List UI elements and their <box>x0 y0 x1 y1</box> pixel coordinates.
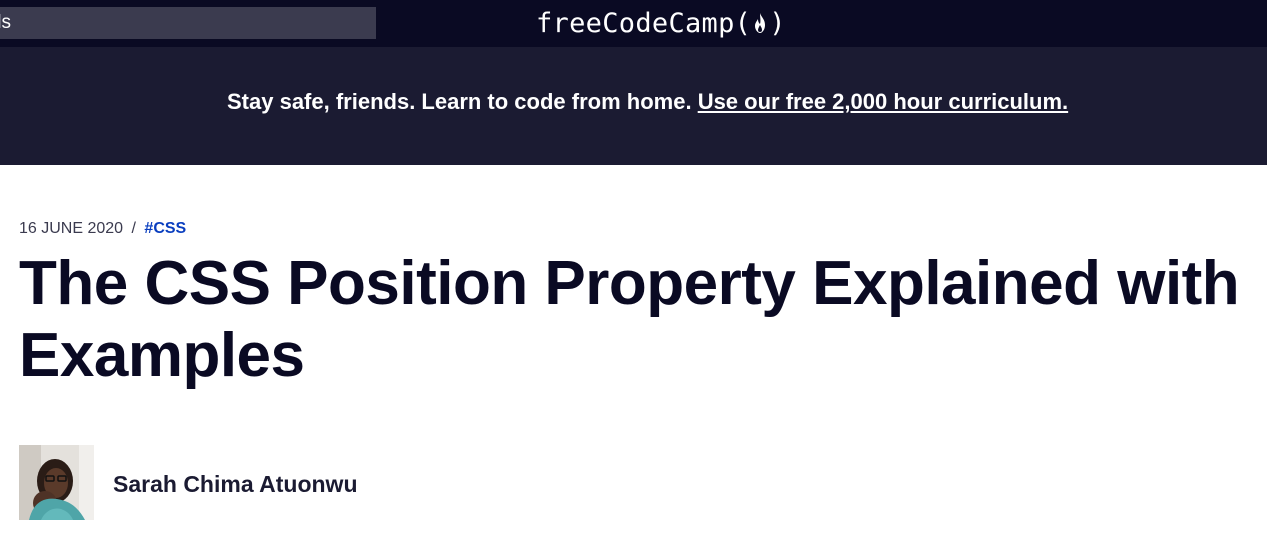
banner-text: Stay safe, friends. Learn to code from h… <box>227 89 692 114</box>
search-input-text: ıls <box>0 12 11 33</box>
top-navigation-bar: ıls freeCodeCamp( ) <box>0 0 1267 47</box>
page-title: The CSS Position Property Explained with… <box>19 249 1240 390</box>
avatar-photo <box>19 445 94 520</box>
fire-icon <box>755 13 766 33</box>
meta-separator: / <box>131 220 136 237</box>
logo-text-right: ) <box>769 7 786 39</box>
curriculum-link[interactable]: Use our free 2,000 hour curriculum. <box>698 89 1068 114</box>
logo-text-left: freeCodeCamp( <box>536 7 752 39</box>
search-input[interactable]: ıls <box>0 7 376 39</box>
author-avatar[interactable] <box>19 445 94 520</box>
author-name[interactable]: Sarah Chima Atuonwu <box>113 470 358 498</box>
post-meta: 16 JUNE 2020 / #CSS <box>19 219 186 239</box>
tag-link-css[interactable]: #CSS <box>144 220 186 237</box>
freecodecamp-logo[interactable]: freeCodeCamp( ) <box>536 4 786 42</box>
banner-message: Stay safe, friends. Learn to code from h… <box>227 88 1068 116</box>
post-date: 16 JUNE 2020 <box>19 220 124 237</box>
